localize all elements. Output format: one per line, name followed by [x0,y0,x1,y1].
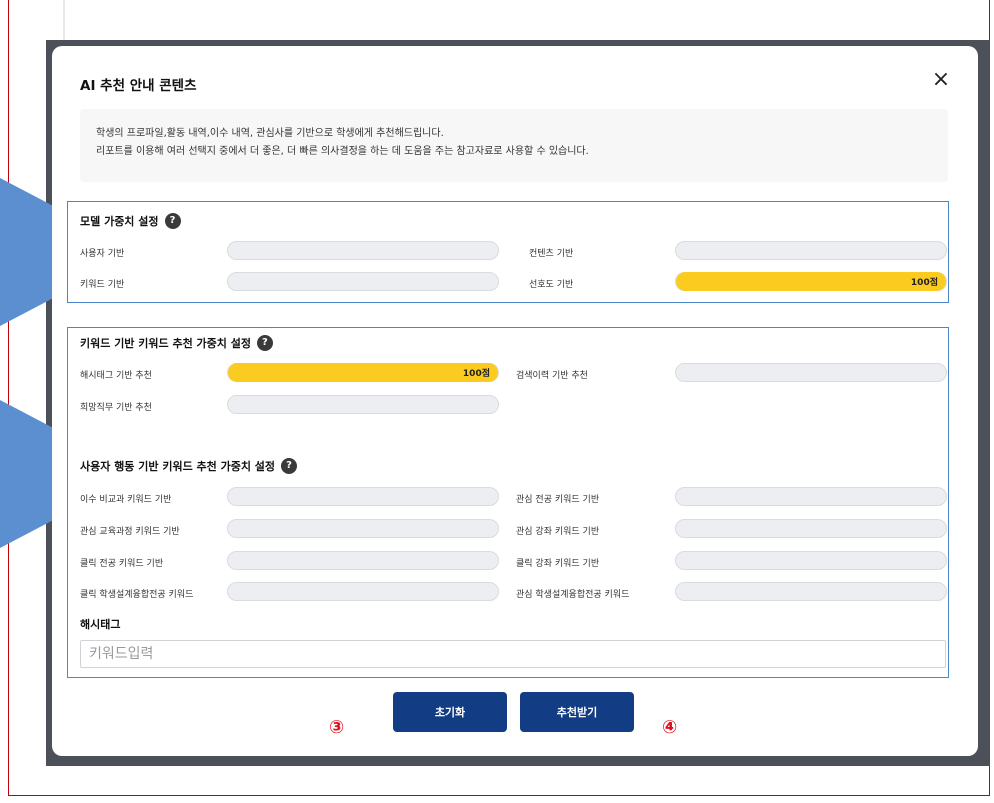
reset-button[interactable]: 초기화 [393,692,507,732]
behavior-weight-title: 사용자 행동 기반 키워드 추천 가중치 설정 [80,460,276,473]
weight-label: 희망직무 기반 추천 [80,403,152,413]
weight-slider[interactable] [227,582,499,601]
hashtag-input[interactable] [80,640,946,668]
help-icon[interactable]: ? [164,213,181,229]
help-icon[interactable]: ? [256,335,273,351]
notice-line-2: 리포트를 이용해 여러 선택지 중에서 더 좋은, 더 빠른 의사결정을 하는 … [96,146,589,157]
weight-slider[interactable] [227,241,499,260]
ai-recommend-modal: AI 추천 안내 콘텐츠 × 학생의 프로파일,활동 내역,이수 내역, 관심사… [52,46,978,756]
weight-slider[interactable] [227,395,499,414]
background-divider [63,0,65,45]
modal-title: AI 추천 안내 콘텐츠 [80,78,197,94]
weight-label: 컨텐츠 기반 [529,249,574,259]
weight-label: 관심 학생설계융합전공 키워드 [516,590,630,600]
section-title: 사용자 행동 기반 키워드 추천 가중치 설정 ? [80,458,298,474]
weight-slider[interactable] [675,241,947,260]
weight-label: 사용자 기반 [80,249,125,259]
weight-slider[interactable] [227,272,499,291]
weight-slider[interactable] [675,487,947,506]
help-icon[interactable]: ? [281,458,298,474]
weight-label: 클릭 강좌 키워드 기반 [516,559,600,569]
slider-fill [676,272,946,291]
weight-label: 해시태그 기반 추천 [80,371,152,381]
keyword-weight-section: 키워드 기반 키워드 추천 가중치 설정 ? 해시태그 기반 추천 100점 검… [67,327,949,678]
weight-slider[interactable] [227,487,499,506]
recommend-button[interactable]: 추천받기 [520,692,634,732]
section-title: 모델 가중치 설정 ? [80,213,181,229]
weight-slider[interactable] [675,582,947,601]
weight-label: 검색이력 기반 추천 [516,371,588,381]
weight-slider[interactable]: 100점 [675,272,947,291]
notice-box: 학생의 프로파일,활동 내역,이수 내역, 관심사를 기반으로 학생에게 추천해… [80,109,948,182]
weight-slider[interactable] [675,551,947,570]
weight-label: 클릭 전공 키워드 기반 [80,559,164,569]
hashtag-label: 해시태그 [80,618,121,631]
slider-fill [228,363,498,382]
weight-slider[interactable] [675,363,947,382]
slider-value: 100점 [910,278,938,288]
close-icon[interactable]: × [930,69,952,92]
notice-line-1: 학생의 프로파일,활동 내역,이수 내역, 관심사를 기반으로 학생에게 추천해… [96,128,444,139]
weight-slider[interactable] [227,519,499,538]
weight-label: 클릭 학생설계융합전공 키워드 [80,590,194,600]
weight-label: 관심 강좌 키워드 기반 [516,527,600,537]
model-weight-section: 모델 가중치 설정 ? 사용자 기반 컨텐츠 기반 키워드 기반 선호도 기반 … [67,201,949,303]
weight-label: 선호도 기반 [529,280,574,290]
weight-label: 키워드 기반 [80,280,125,290]
weight-label: 관심 전공 키워드 기반 [516,495,600,505]
keyword-weight-title: 키워드 기반 키워드 추천 가중치 설정 [80,337,251,350]
weight-slider[interactable] [675,519,947,538]
weight-slider[interactable] [227,551,499,570]
section-title: 키워드 기반 키워드 추천 가중치 설정 ? [80,335,273,351]
annotation-marker-3: ③ [329,717,345,738]
weight-slider[interactable]: 100점 [227,363,499,382]
annotation-marker-4: ④ [662,717,678,738]
slider-value: 100점 [462,369,490,379]
weight-label: 이수 비교과 키워드 기반 [80,495,172,505]
model-weight-title: 모델 가중치 설정 [80,215,159,228]
weight-label: 관심 교육과정 키워드 기반 [80,527,180,537]
